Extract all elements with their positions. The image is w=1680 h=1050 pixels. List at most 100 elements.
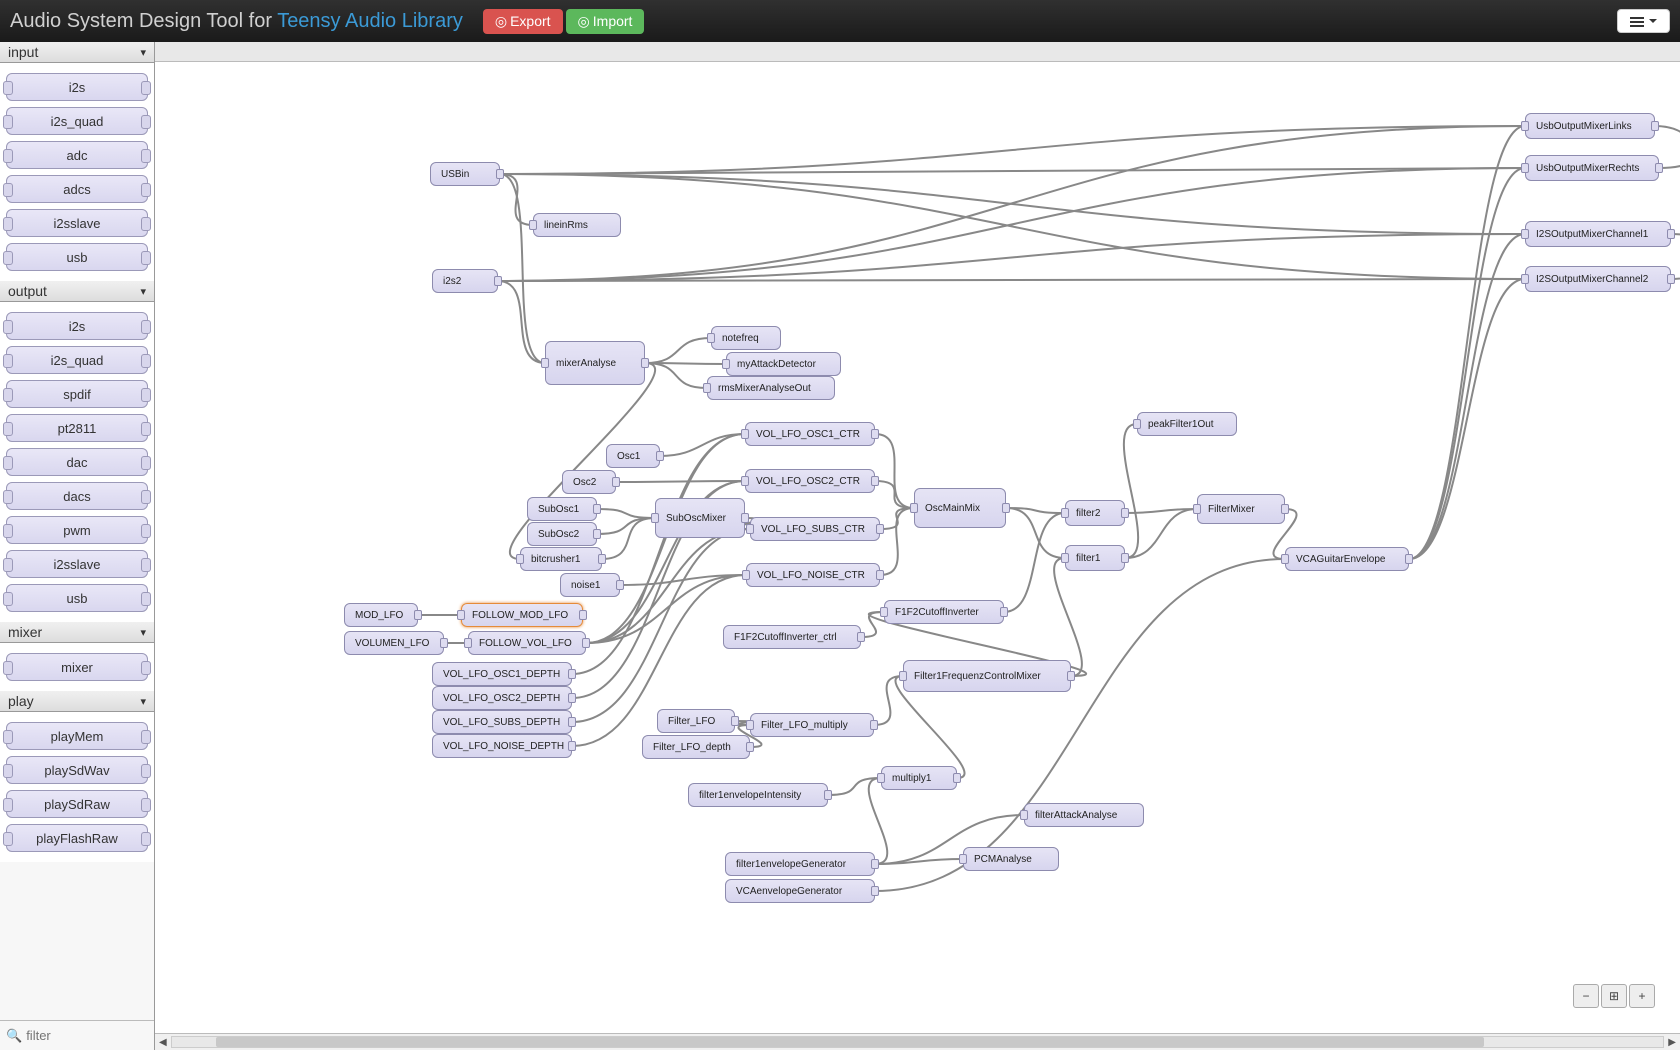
category-header-play[interactable]: play▾ bbox=[0, 691, 154, 712]
wire-VCAGuitarEnvelope-UsbOutputMixerRechts[interactable] bbox=[1409, 168, 1525, 559]
wire-VCAGuitarEnvelope-I2SOutputMixerChannel1[interactable] bbox=[1409, 234, 1525, 559]
input-port[interactable] bbox=[959, 854, 967, 864]
palette-node-playSdRaw[interactable]: playSdRaw bbox=[6, 790, 148, 818]
node-i2s2[interactable]: i2s2 bbox=[432, 269, 498, 293]
output-port[interactable] bbox=[824, 790, 832, 800]
output-port[interactable] bbox=[1121, 553, 1129, 563]
node-MOD_LFO[interactable]: MOD_LFO bbox=[344, 603, 418, 627]
node-filter1envelopeIntensity[interactable]: filter1envelopeIntensity bbox=[688, 783, 828, 807]
zoom-out-button[interactable]: − bbox=[1573, 984, 1599, 1008]
scroll-left-icon[interactable]: ◀ bbox=[159, 1037, 167, 1048]
input-port[interactable] bbox=[1193, 504, 1201, 514]
output-port[interactable] bbox=[953, 773, 961, 783]
output-port[interactable] bbox=[876, 570, 884, 580]
output-port[interactable] bbox=[598, 554, 606, 564]
output-port[interactable] bbox=[741, 513, 749, 523]
input-port[interactable] bbox=[741, 476, 749, 486]
output-port[interactable] bbox=[1281, 504, 1289, 514]
output-port[interactable] bbox=[1405, 554, 1413, 564]
wire-Filter_LFO_multiply-Filter1FrequenzControlMixer[interactable] bbox=[874, 676, 903, 725]
teensy-library-link[interactable]: Teensy Audio Library bbox=[277, 10, 463, 32]
node-F1F2CutoffInverter_ctrl[interactable]: F1F2CutoffInverter_ctrl bbox=[723, 625, 861, 649]
input-port[interactable] bbox=[722, 359, 730, 369]
input-port[interactable] bbox=[880, 607, 888, 617]
input-port[interactable] bbox=[1521, 229, 1529, 239]
node-VOL_LFO_NOISE_DEPTH[interactable]: VOL_LFO_NOISE_DEPTH bbox=[432, 734, 572, 758]
output-port[interactable] bbox=[871, 429, 879, 439]
input-port[interactable] bbox=[529, 220, 537, 230]
output-port[interactable] bbox=[1667, 274, 1675, 284]
category-header-output[interactable]: output▾ bbox=[0, 281, 154, 302]
node-OscMainMix[interactable]: OscMainMix bbox=[914, 488, 1006, 528]
node-SubOsc1[interactable]: SubOsc1 bbox=[527, 497, 597, 521]
hamburger-menu-button[interactable] bbox=[1617, 9, 1670, 33]
output-port[interactable] bbox=[871, 476, 879, 486]
input-port[interactable] bbox=[707, 333, 715, 343]
output-port[interactable] bbox=[616, 580, 624, 590]
palette-node-pt2811[interactable]: pt2811 bbox=[6, 414, 148, 442]
import-button[interactable]: ◎ Import bbox=[566, 9, 645, 34]
wire-Filter1FrequenzControlMixer-filter1[interactable] bbox=[1054, 558, 1082, 676]
node-VCAGuitarEnvelope[interactable]: VCAGuitarEnvelope bbox=[1285, 547, 1409, 571]
node-UsbOutputMixerRechts[interactable]: UsbOutputMixerRechts bbox=[1525, 155, 1659, 181]
node-peakFilter1Out[interactable]: peakFilter1Out bbox=[1137, 412, 1237, 436]
output-port[interactable] bbox=[593, 504, 601, 514]
node-VOL_LFO_OSC2_CTR[interactable]: VOL_LFO_OSC2_CTR bbox=[745, 469, 875, 493]
output-port[interactable] bbox=[579, 610, 587, 620]
node-Filter_LFO_multiply[interactable]: Filter_LFO_multiply bbox=[750, 713, 874, 737]
input-port[interactable] bbox=[651, 513, 659, 523]
palette-node-i2s[interactable]: i2s bbox=[6, 73, 148, 101]
input-port[interactable] bbox=[899, 671, 907, 681]
scroll-right-icon[interactable]: ▶ bbox=[1668, 1037, 1676, 1048]
horizontal-scrollbar[interactable]: ◀ ▶ bbox=[155, 1033, 1680, 1050]
output-port[interactable] bbox=[414, 610, 422, 620]
output-port[interactable] bbox=[870, 720, 878, 730]
wire-filter1envelopeGenerator-multiply1[interactable] bbox=[869, 778, 888, 864]
zoom-in-button[interactable]: + bbox=[1629, 984, 1655, 1008]
category-header-mixer[interactable]: mixer▾ bbox=[0, 622, 154, 643]
wire-filter1envelopeGenerator-PCMAnalyse[interactable] bbox=[875, 859, 963, 864]
wire-VCAGuitarEnvelope-UsbOutputMixerLinks[interactable] bbox=[1409, 126, 1525, 559]
output-port[interactable] bbox=[857, 632, 865, 642]
wire-VCAGuitarEnvelope-I2SOutputMixerChannel2[interactable] bbox=[1409, 279, 1525, 559]
output-port[interactable] bbox=[496, 169, 504, 179]
palette-node-dac[interactable]: dac bbox=[6, 448, 148, 476]
output-port[interactable] bbox=[1000, 607, 1008, 617]
wire-i2s2-mixerAnalyse[interactable] bbox=[498, 281, 545, 363]
output-port[interactable] bbox=[494, 276, 502, 286]
wire-Osc1-VOL_LFO_OSC1_CTR[interactable] bbox=[660, 434, 745, 456]
node-I2SOutputMixerChannel2[interactable]: I2SOutputMixerChannel2 bbox=[1525, 266, 1671, 292]
node-lineinRms[interactable]: lineinRms bbox=[533, 213, 621, 237]
export-button[interactable]: ◎ Export bbox=[483, 9, 563, 34]
node-myAttackDetector[interactable]: myAttackDetector bbox=[726, 352, 841, 376]
palette-node-i2sslave[interactable]: i2sslave bbox=[6, 209, 148, 237]
input-port[interactable] bbox=[742, 570, 750, 580]
node-Osc1[interactable]: Osc1 bbox=[606, 444, 660, 468]
output-port[interactable] bbox=[876, 524, 884, 534]
wire-SubOsc1-SubOscMixer[interactable] bbox=[597, 509, 655, 518]
node-bitcrusher1[interactable]: bitcrusher1 bbox=[520, 547, 602, 571]
output-port[interactable] bbox=[612, 477, 620, 487]
node-UsbOutputMixerLinks[interactable]: UsbOutputMixerLinks bbox=[1525, 113, 1655, 139]
node-VOL_LFO_OSC1_DEPTH[interactable]: VOL_LFO_OSC1_DEPTH bbox=[432, 662, 572, 686]
input-port[interactable] bbox=[1521, 274, 1529, 284]
input-port[interactable] bbox=[741, 429, 749, 439]
node-Filter_LFO_depth[interactable]: Filter_LFO_depth bbox=[642, 735, 750, 759]
node-Filter_LFO[interactable]: Filter_LFO bbox=[657, 709, 735, 733]
palette-node-usb[interactable]: usb bbox=[6, 584, 148, 612]
input-port[interactable] bbox=[1521, 121, 1529, 131]
output-port[interactable] bbox=[656, 451, 664, 461]
palette-node-playFlashRaw[interactable]: playFlashRaw bbox=[6, 824, 148, 852]
palette-node-i2s_quad[interactable]: i2s_quad bbox=[6, 346, 148, 374]
node-Filter1FrequenzControlMixer[interactable]: Filter1FrequenzControlMixer bbox=[903, 660, 1071, 692]
node-I2SOutputMixerChannel1[interactable]: I2SOutputMixerChannel1 bbox=[1525, 221, 1671, 247]
tab-bar[interactable] bbox=[155, 42, 1680, 62]
node-multiply1[interactable]: multiply1 bbox=[881, 766, 957, 790]
palette-node-playSdWav[interactable]: playSdWav bbox=[6, 756, 148, 784]
input-port[interactable] bbox=[1061, 553, 1069, 563]
palette-node-i2sslave[interactable]: i2sslave bbox=[6, 550, 148, 578]
wire-i2s2-UsbOutputMixerRechts[interactable] bbox=[498, 168, 1525, 281]
category-header-input[interactable]: input▾ bbox=[0, 42, 154, 63]
node-VOL_LFO_SUBS_CTR[interactable]: VOL_LFO_SUBS_CTR bbox=[750, 517, 880, 541]
output-port[interactable] bbox=[731, 716, 739, 726]
